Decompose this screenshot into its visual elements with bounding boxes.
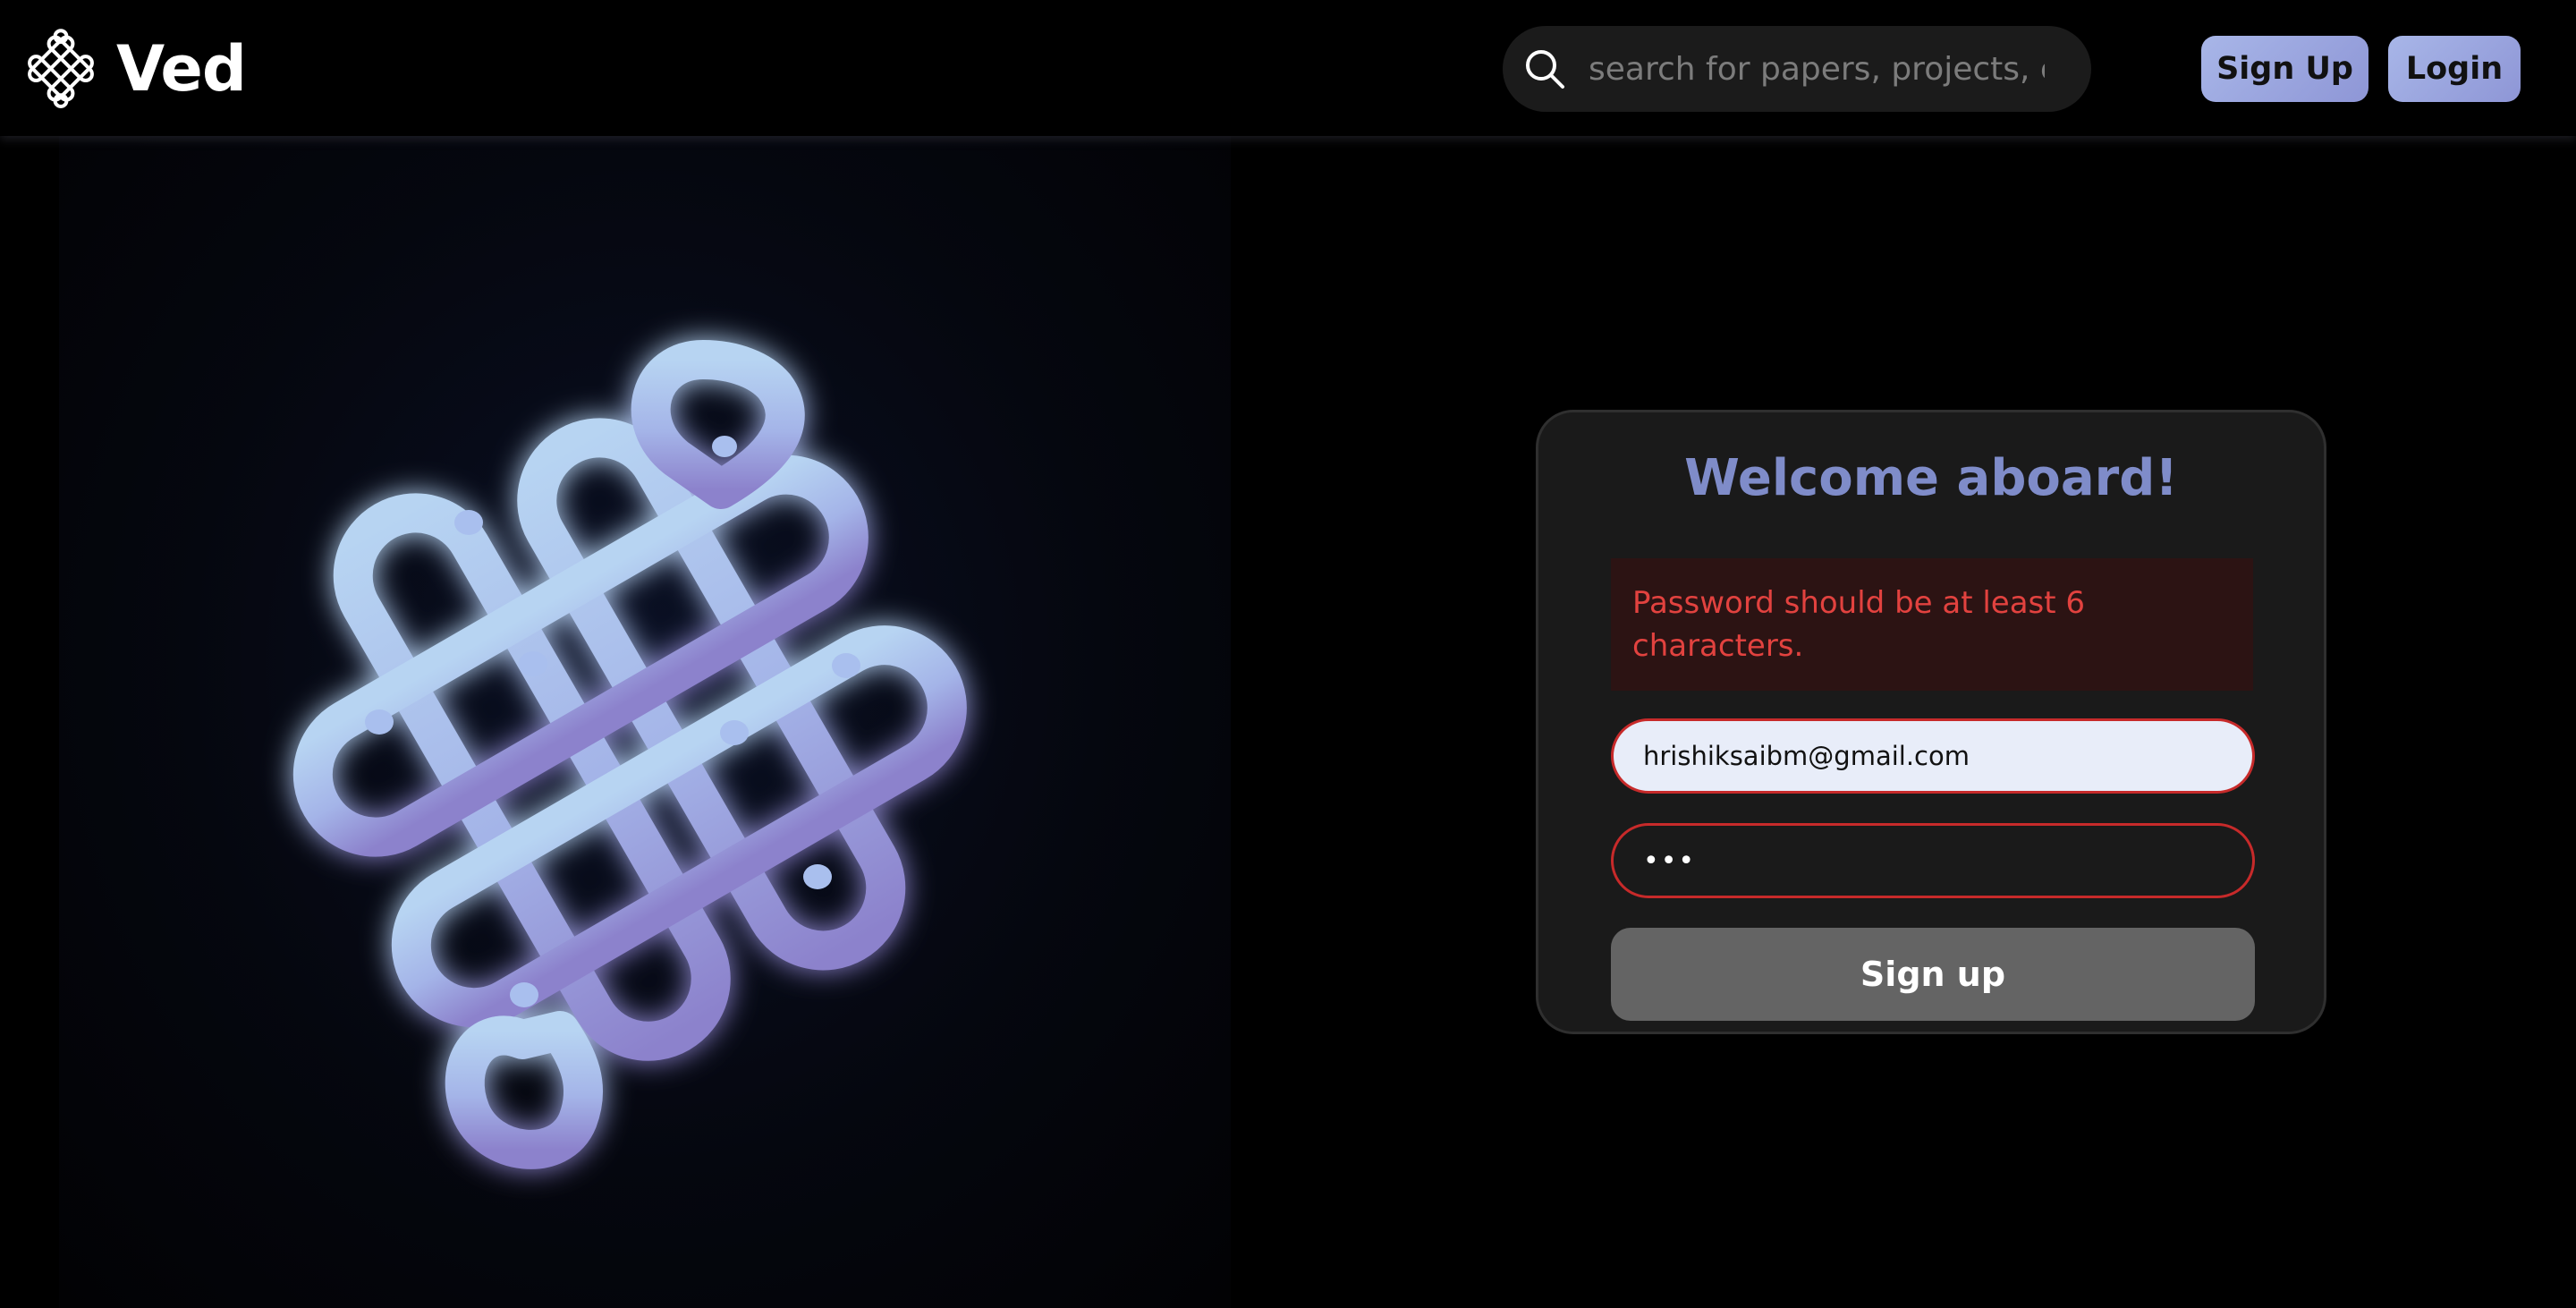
brand[interactable]: Ved — [25, 27, 247, 111]
search-bar[interactable] — [1503, 26, 2091, 112]
endless-knot-icon — [292, 340, 967, 1169]
password-error-alert: Password should be at least 6 characters… — [1611, 558, 2253, 691]
search-icon — [1526, 50, 1564, 89]
nav-login-button[interactable]: Login — [2388, 36, 2521, 102]
brand-name: Ved — [116, 32, 247, 106]
search-input[interactable] — [1587, 49, 2046, 89]
signup-submit-button[interactable]: Sign up — [1611, 928, 2255, 1021]
knot-logo-icon — [28, 29, 94, 109]
top-navbar: Ved Sign Up Login — [0, 0, 2576, 136]
signup-card: Welcome aboard! Password should be at le… — [1536, 410, 2326, 1034]
nav-signup-button[interactable]: Sign Up — [2201, 36, 2368, 102]
email-field[interactable] — [1611, 718, 2255, 794]
hero-illustration — [59, 136, 1231, 1308]
password-field[interactable] — [1611, 823, 2255, 898]
signup-title: Welcome aboard! — [1684, 449, 2178, 507]
